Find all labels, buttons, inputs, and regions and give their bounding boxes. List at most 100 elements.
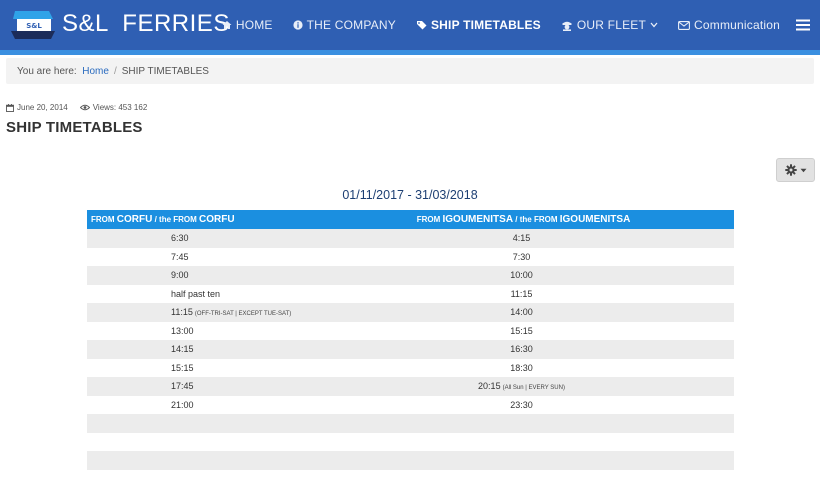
- nav-our-fleet[interactable]: OUR FLEET: [551, 0, 668, 50]
- breadcrumb-separator: /: [114, 66, 117, 77]
- top-navbar: S&L S&L FERRIES HOME THE COMPANY SHIP TI…: [0, 0, 820, 50]
- breadcrumb-home-link[interactable]: Home: [82, 66, 109, 77]
- departure-corfu-cell: 17:45: [87, 377, 309, 396]
- nav-the-company[interactable]: THE COMPANY: [283, 0, 406, 50]
- col-header-from-igoumenitsa: FROM IGOUMENITSA / the FROM IGOUMENITSA: [309, 210, 734, 229]
- article-date-text: June 20, 2014: [17, 103, 68, 112]
- navbar-accent-stripe: [0, 50, 820, 55]
- departure-time: 16:30: [510, 344, 533, 354]
- nav-ship-timetables[interactable]: SHIP TIMETABLES: [406, 0, 551, 50]
- table-row: 11:15(OFF-TRI-SAT | EXCEPT TUE-SAT) 14:00: [87, 303, 734, 322]
- departure-igoumenitsa-cell: [309, 470, 734, 488]
- page-title: SHIP TIMETABLES: [6, 119, 143, 136]
- departure-corfu-cell: [87, 433, 309, 452]
- departure-corfu-cell: [87, 451, 309, 470]
- departure-time: 9:00: [171, 270, 189, 280]
- table-row: [87, 451, 734, 470]
- departure-time: 14:15: [171, 344, 194, 354]
- table-row: half past ten 11:15: [87, 285, 734, 304]
- eye-icon: [80, 104, 90, 111]
- table-row: 6:30 4:15: [87, 229, 734, 248]
- departure-time: 13:00: [171, 326, 194, 336]
- main-nav: HOME THE COMPANY SHIP TIMETABLES OUR FLE…: [212, 0, 820, 50]
- departure-corfu-cell: 11:15(OFF-TRI-SAT | EXCEPT TUE-SAT): [87, 303, 309, 322]
- nav-home[interactable]: HOME: [212, 0, 283, 50]
- gear-icon: [785, 164, 797, 176]
- nav-the-company-label: THE COMPANY: [307, 18, 396, 32]
- departure-igoumenitsa-cell: 10:00: [309, 266, 734, 285]
- departure-igoumenitsa-cell: 16:30: [309, 340, 734, 359]
- departure-time: 11:15: [511, 289, 533, 299]
- departure-time: 20:15: [478, 381, 501, 391]
- table-row: 15:1518:30: [87, 359, 734, 378]
- departure-corfu-cell: 9:00: [87, 266, 309, 285]
- table-row: 17:45 20:15(All Sun | EVERY SUN): [87, 377, 734, 396]
- departure-corfu-cell: 13:00: [87, 322, 309, 341]
- departure-corfu-cell: [87, 414, 309, 433]
- departure-igoumenitsa-cell: [309, 414, 734, 433]
- article-tools-button[interactable]: [776, 158, 815, 182]
- menu-toggle-button[interactable]: [790, 0, 820, 50]
- calendar-icon: [6, 104, 14, 112]
- timetable-body: 6:30 4:15 7:45 7:30 9:00 10:00 half past ten 11…: [87, 229, 734, 488]
- departure-corfu-cell: 21:00: [87, 396, 309, 415]
- table-row: 14:15 16:30: [87, 340, 734, 359]
- departure-time: half past ten: [171, 289, 220, 299]
- caret-down-icon: [800, 168, 807, 173]
- departure-igoumenitsa-cell: 18:30: [309, 359, 734, 378]
- departure-corfu-cell: 14:15: [87, 340, 309, 359]
- captain-icon: [561, 20, 573, 31]
- breadcrumb-prefix: You are here:: [17, 66, 77, 77]
- table-row: 21:00 23:30: [87, 396, 734, 415]
- timetable-period: 01/11/2017 - 31/03/2018: [0, 188, 820, 202]
- table-row: 9:00 10:00: [87, 266, 734, 285]
- departure-corfu-cell: [87, 470, 309, 488]
- departure-igoumenitsa-cell: 15:15: [309, 322, 734, 341]
- departure-note: (OFF-TRI-SAT | EXCEPT TUE-SAT): [195, 311, 291, 317]
- table-row: [87, 414, 734, 433]
- nav-communication[interactable]: Communication: [668, 0, 790, 50]
- departure-time: 15:15: [510, 326, 533, 336]
- timetable-header-row: FROM CORFU / the FROM CORFU FROM IGOUMEN…: [87, 210, 734, 229]
- home-icon: [222, 20, 232, 30]
- departure-igoumenitsa-cell: 14:00: [309, 303, 734, 322]
- article-views: Views: 453 162: [80, 103, 148, 112]
- table-row: [87, 433, 734, 452]
- departure-corfu-cell: half past ten: [87, 285, 309, 304]
- departure-igoumenitsa-cell: 23:30: [309, 396, 734, 415]
- article-views-text: Views: 453 162: [93, 103, 148, 112]
- departure-time: 23:30: [510, 400, 533, 410]
- table-row: [87, 470, 734, 488]
- departure-time: 17:45: [171, 381, 194, 391]
- departure-time: 4:15: [513, 233, 531, 243]
- breadcrumb: You are here: Home / SHIP TIMETABLES: [6, 58, 814, 84]
- departure-time: 7:30: [513, 252, 531, 262]
- departure-corfu-cell: 15:15: [87, 359, 309, 378]
- company-logo[interactable]: S&L: [9, 5, 57, 43]
- col-header-from-corfu: FROM CORFU / the FROM CORFU: [87, 210, 309, 229]
- departure-corfu-cell: 6:30: [87, 229, 309, 248]
- brand-name[interactable]: S&L FERRIES: [62, 10, 230, 38]
- svg-text:S&L: S&L: [26, 22, 42, 30]
- hamburger-menu-icon: [796, 19, 810, 31]
- departure-corfu-cell: 7:45: [87, 248, 309, 267]
- article-date: June 20, 2014: [6, 103, 68, 112]
- departure-igoumenitsa-cell: [309, 433, 734, 452]
- departure-igoumenitsa-cell: 20:15(All Sun | EVERY SUN): [309, 377, 734, 396]
- table-row: 13:00 15:15: [87, 322, 734, 341]
- departure-time: 14:00: [510, 307, 533, 317]
- nav-ship-timetables-label: SHIP TIMETABLES: [431, 18, 541, 32]
- departure-igoumenitsa-cell: 7:30: [309, 248, 734, 267]
- departure-time: 6:30: [171, 233, 189, 243]
- departure-time: 7:45: [171, 252, 189, 262]
- tag-icon: [416, 20, 427, 30]
- departure-igoumenitsa-cell: 11:15: [309, 285, 734, 304]
- table-row: 7:45 7:30: [87, 248, 734, 267]
- departure-time: 21:00: [171, 400, 194, 410]
- departure-time: 10:00: [510, 270, 533, 280]
- departure-note: (All Sun | EVERY SUN): [503, 385, 565, 391]
- timetable-table: FROM CORFU / the FROM CORFU FROM IGOUMEN…: [87, 210, 734, 488]
- article-meta: June 20, 2014 Views: 453 162: [6, 103, 147, 112]
- nav-home-label: HOME: [236, 18, 273, 32]
- info-circle-icon: [293, 20, 303, 30]
